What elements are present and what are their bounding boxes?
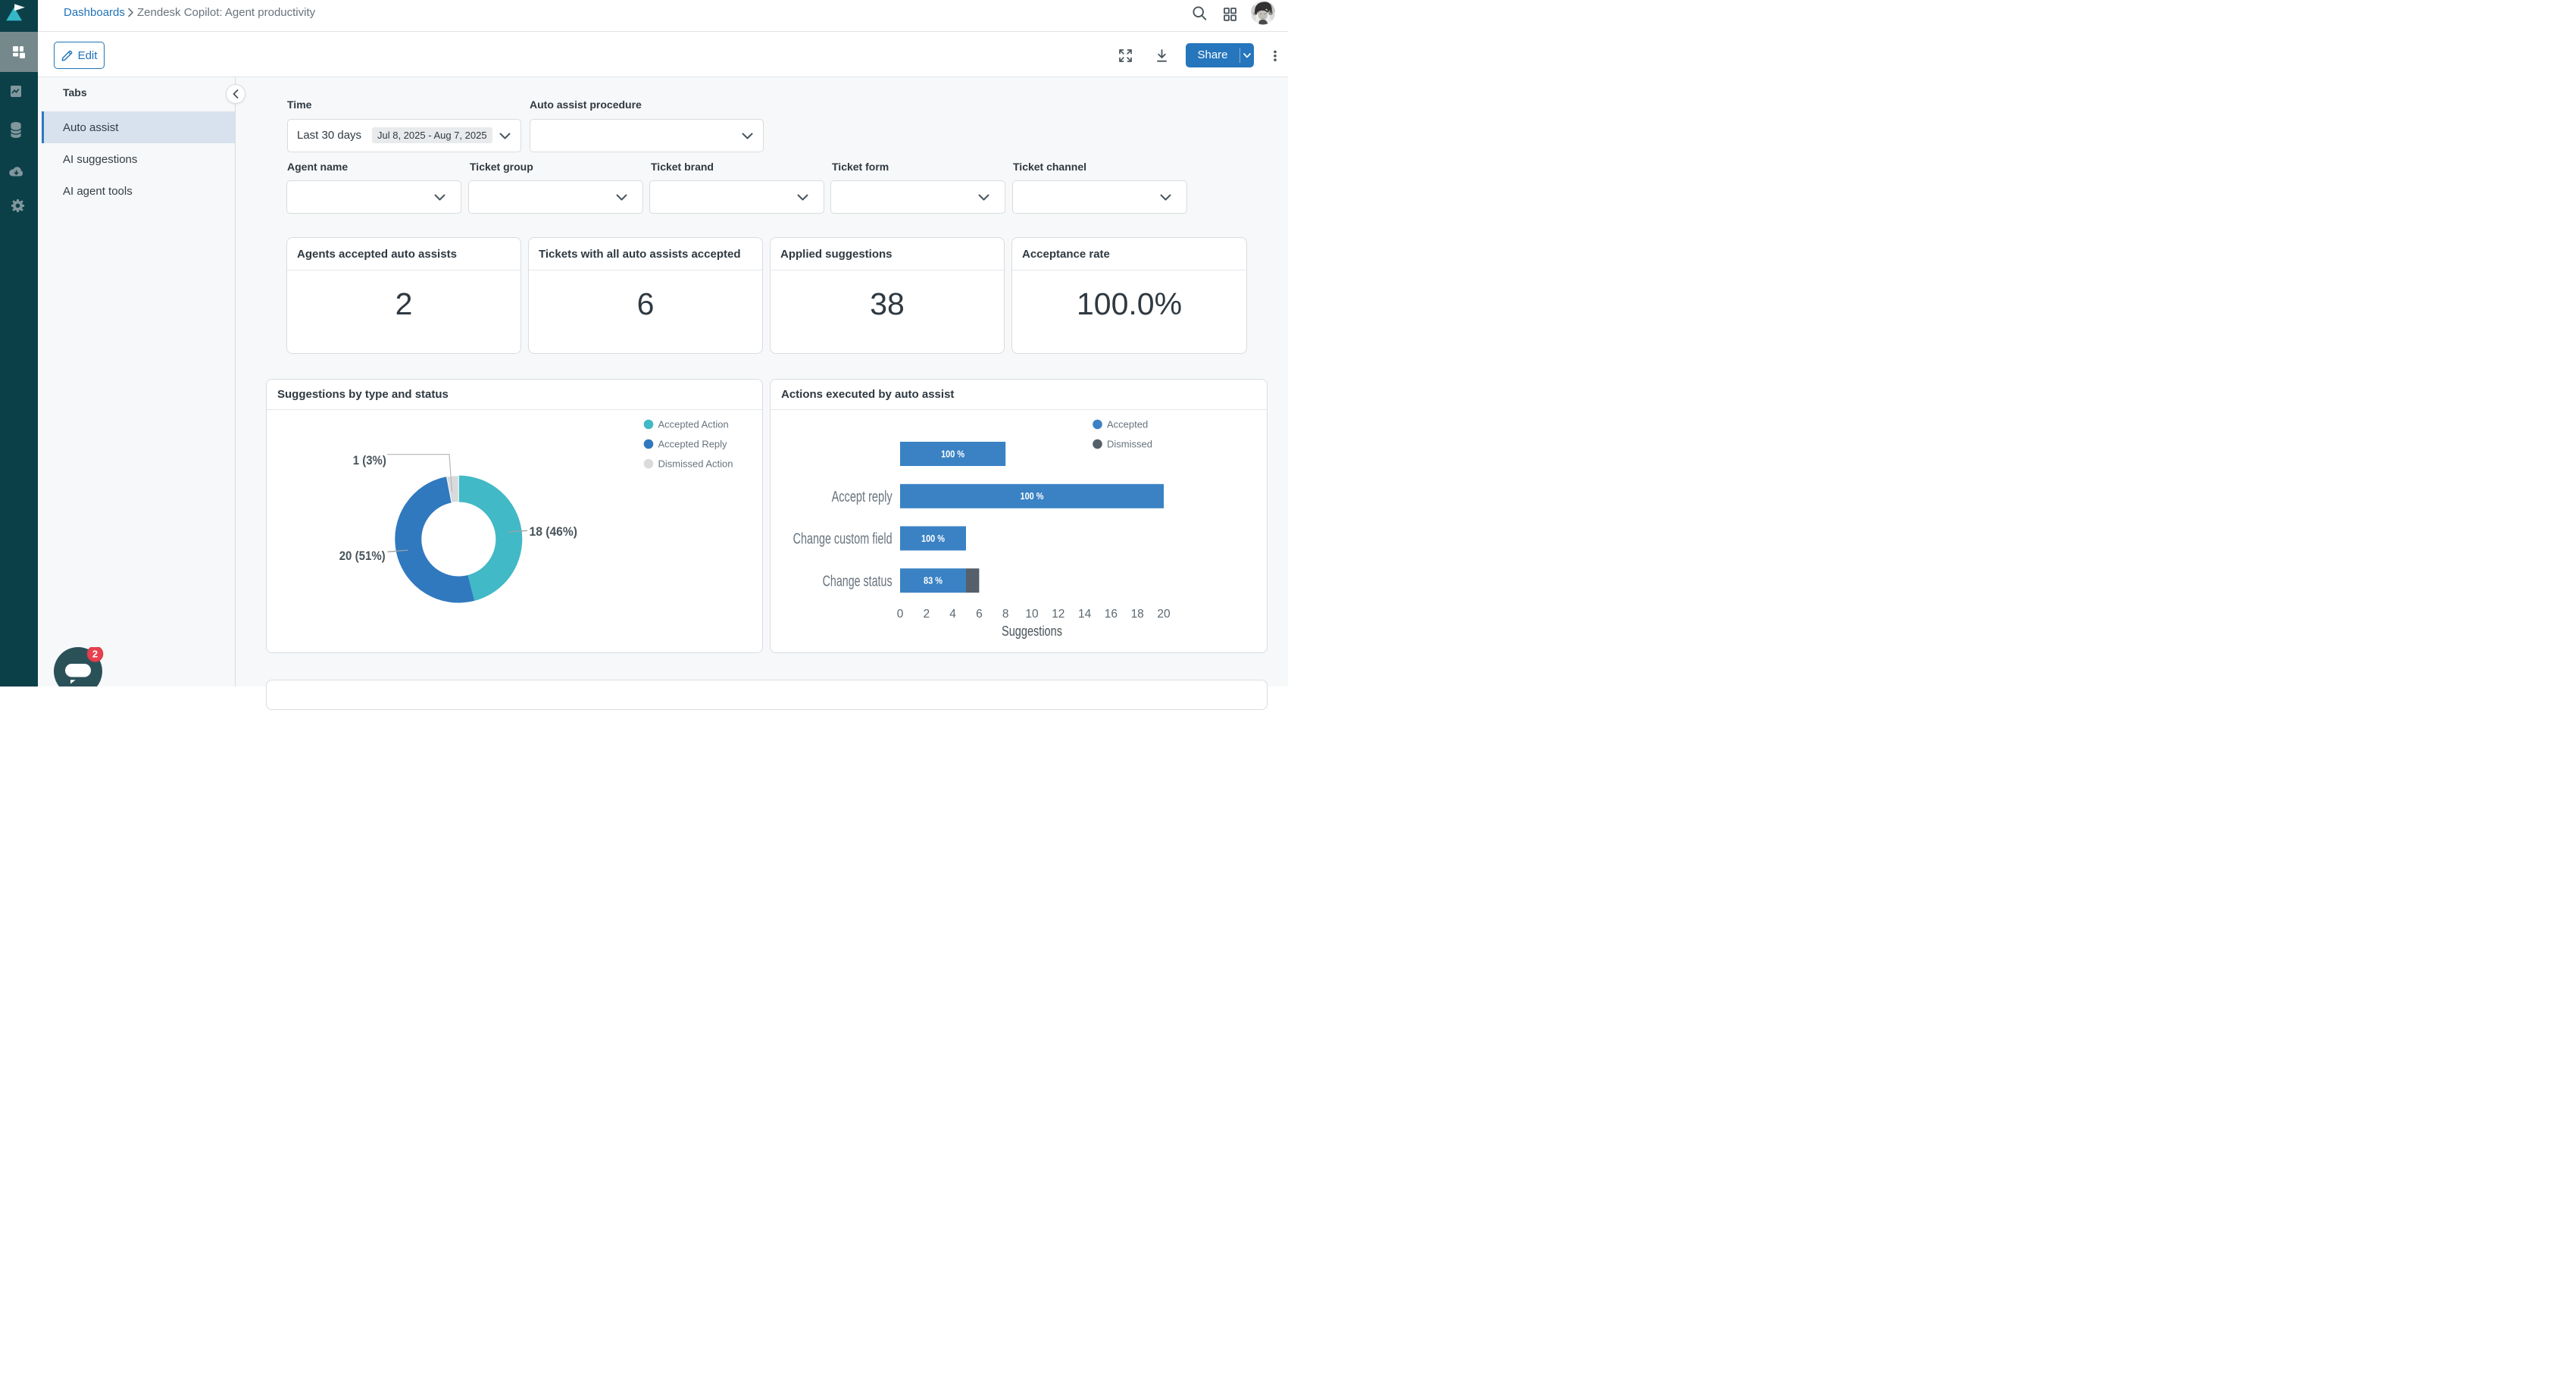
svg-text:Suggestions: Suggestions (1002, 623, 1062, 639)
svg-text:2: 2 (923, 608, 930, 621)
svg-text:18: 18 (1131, 608, 1144, 621)
svg-text:2: 2 (92, 649, 98, 660)
svg-text:0: 0 (897, 608, 904, 621)
svg-text:100 %: 100 % (921, 533, 945, 544)
svg-text:10: 10 (1025, 608, 1039, 621)
svg-text:1 (3%): 1 (3%) (353, 453, 386, 468)
svg-text:16: 16 (1105, 608, 1118, 621)
svg-text:Accepted Reply: Accepted Reply (658, 439, 728, 450)
svg-text:100 %: 100 % (1021, 491, 1044, 502)
svg-text:100 %: 100 % (941, 449, 964, 460)
svg-text:18 (46%): 18 (46%) (530, 524, 578, 539)
svg-text:20: 20 (1157, 608, 1171, 621)
svg-text:4: 4 (949, 608, 956, 621)
svg-text:8: 8 (1002, 608, 1009, 621)
svg-text:Accept reply: Accept reply (832, 489, 893, 505)
svg-text:Dismissed: Dismissed (1107, 439, 1152, 450)
svg-text:12: 12 (1052, 608, 1064, 621)
svg-text:20 (51%): 20 (51%) (339, 549, 386, 563)
svg-text:Accepted Action: Accepted Action (658, 419, 729, 430)
svg-text:Accepted: Accepted (1107, 419, 1148, 430)
svg-text:Change custom field: Change custom field (793, 531, 893, 548)
svg-text:14: 14 (1078, 608, 1092, 621)
svg-text:83 %: 83 % (924, 576, 943, 586)
svg-text:Dismissed Action: Dismissed Action (658, 458, 733, 470)
svg-text:6: 6 (976, 608, 983, 621)
svg-text:Change status: Change status (823, 573, 893, 590)
